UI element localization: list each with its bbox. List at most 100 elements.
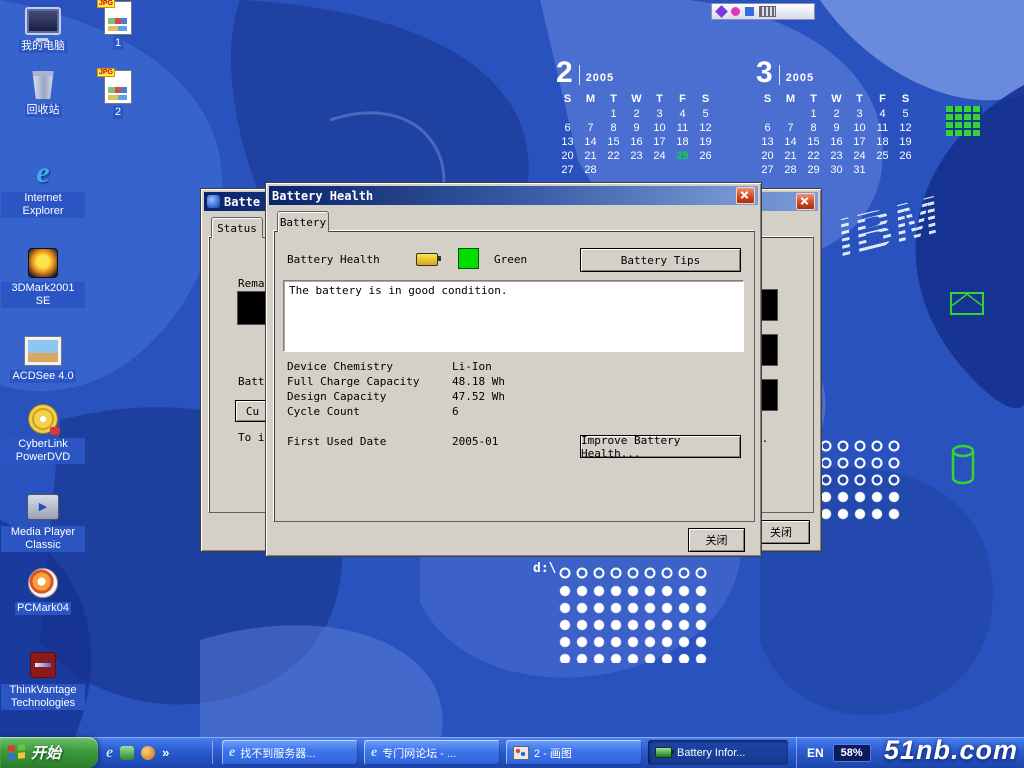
- calendar-day-header: F: [871, 91, 894, 107]
- calendar-day-cell: 27: [556, 163, 579, 177]
- calendar-day-cell: 14: [779, 135, 802, 149]
- calendar-day-cell: [671, 163, 694, 177]
- battery-icon: [655, 747, 672, 758]
- calendar-day-header: F: [671, 91, 694, 107]
- icon-label: 我的电脑: [19, 40, 67, 53]
- calendar-day-cell: 22: [602, 149, 625, 163]
- battery-tips-button[interactable]: Battery Tips: [580, 248, 741, 272]
- quicklaunch-overflow-chevron[interactable]: »: [162, 745, 169, 760]
- start-label: 开始: [31, 742, 61, 763]
- desktop-icon-my-computer[interactable]: 我的电脑: [0, 4, 86, 53]
- desktop-icon-pcmark04[interactable]: PCMark04: [0, 566, 86, 615]
- desktop-icon-media-player-classic[interactable]: ▶ Media Player Classic: [0, 490, 86, 552]
- calendar-header: 2 2005: [556, 56, 717, 86]
- dot-matrix-block: [557, 583, 710, 663]
- calendar-year: 2005: [586, 72, 614, 84]
- task-button-ie-forum[interactable]: e 专门网论坛 - ...: [364, 740, 500, 765]
- taskbar: 开始 e » e 找不到服务器... e 专门网论坛 - ... 2 - 画图 …: [0, 737, 1024, 768]
- desktop-icon-recycle-bin[interactable]: 回收站: [0, 68, 86, 117]
- play-icon: ▶: [39, 502, 47, 513]
- calendar-month-number: 3: [756, 60, 773, 86]
- language-indicator[interactable]: EN: [807, 746, 824, 760]
- calendar-day-cell: [648, 163, 671, 177]
- dialog-title: Battery Health: [272, 189, 373, 203]
- calendar-day-cell: 21: [579, 149, 602, 163]
- calendar-day-cell: 31: [848, 163, 871, 177]
- start-button[interactable]: 开始: [0, 737, 98, 768]
- task-button-ie-server-not-found[interactable]: e 找不到服务器...: [222, 740, 358, 765]
- quicklaunch-ie-icon[interactable]: e: [106, 744, 113, 762]
- battery-health-label: Battery Health: [287, 253, 380, 266]
- keyboard-icon[interactable]: [759, 6, 776, 17]
- calendar-day-cell: 1: [602, 107, 625, 121]
- quicklaunch-media-icon[interactable]: [141, 746, 155, 760]
- desktop-icon-thinkvantage[interactable]: ThinkVantage Technologies: [0, 648, 86, 710]
- task-button-paint[interactable]: 2 - 画图: [506, 740, 642, 765]
- desktop-file-1[interactable]: JPG 1: [92, 1, 144, 50]
- drive-label: d:\: [533, 561, 556, 576]
- desktop-icon-powerdvd[interactable]: CyberLink PowerDVD: [0, 402, 86, 464]
- calendar-day-cell: 6: [756, 121, 779, 135]
- windows-flag-icon: [8, 744, 25, 761]
- calendar-day-cell: 3: [648, 107, 671, 121]
- desktop-icon-3dmark2001[interactable]: 3DMark2001 SE: [0, 246, 86, 308]
- calendar-day-header: S: [694, 91, 717, 107]
- paint-icon: [513, 746, 529, 760]
- field-label: Design Capacity: [287, 390, 386, 403]
- calendar-day-cell: 24: [648, 149, 671, 163]
- dot-matrix-ring-block: [818, 438, 904, 489]
- close-button[interactable]: 关闭: [688, 528, 745, 552]
- condition-textbox[interactable]: The battery is in good condition.: [283, 280, 744, 352]
- field-value: 6: [452, 405, 459, 418]
- calendar-day-cell: [556, 107, 579, 121]
- acdsee-icon: [25, 337, 61, 365]
- field-label: Full Charge Capacity: [287, 375, 419, 388]
- calendar-day-cell: 9: [825, 121, 848, 135]
- tab-status[interactable]: Status: [211, 217, 263, 238]
- close-icon[interactable]: [736, 187, 755, 204]
- icon-label: ACDSee 4.0: [10, 370, 75, 383]
- task-label: 专门网论坛 - ...: [382, 745, 456, 761]
- field-label: Cycle Count: [287, 405, 360, 418]
- calendar-day-cell: 29: [802, 163, 825, 177]
- improve-battery-health-button[interactable]: Improve Battery Health...: [580, 435, 741, 458]
- calendar-day-cell: 28: [579, 163, 602, 177]
- calendar-day-cell: 16: [625, 135, 648, 149]
- calendar-day-header: W: [825, 91, 848, 107]
- calendar-day-cell: 21: [779, 149, 802, 163]
- field-value: 48.18 Wh: [452, 375, 505, 388]
- calendar-divider: [579, 65, 580, 85]
- 3dmark-icon: [28, 248, 58, 278]
- calendar-day-cell: 9: [625, 121, 648, 135]
- tray-battery-meter[interactable]: 58%: [833, 744, 871, 762]
- calendar-day-cell: [602, 163, 625, 177]
- calendar-day-cell: 22: [802, 149, 825, 163]
- calendar-day-cell: 7: [579, 121, 602, 135]
- calendar-day-cell: 10: [848, 121, 871, 135]
- calendar-day-cell: [894, 163, 917, 177]
- desktop-icon-internet-explorer[interactable]: e Internet Explorer: [0, 156, 86, 218]
- close-icon[interactable]: [796, 193, 815, 210]
- calendar-day-cell: 7: [779, 121, 802, 135]
- ime-bar[interactable]: [711, 3, 815, 20]
- desktop-icon-acdsee[interactable]: ACDSee 4.0: [0, 334, 86, 383]
- jpg-file-icon: JPG: [104, 70, 132, 104]
- thinkvantage-icon: [30, 652, 56, 678]
- internet-explorer-icon: e: [36, 158, 49, 188]
- battery-gauge: [237, 291, 268, 325]
- quicklaunch-desktop-icon[interactable]: [120, 746, 134, 760]
- taskbar-separator: [212, 741, 213, 764]
- calendar-day-cell: 11: [871, 121, 894, 135]
- title-bar[interactable]: Battery Health: [269, 186, 758, 205]
- task-button-battery-information[interactable]: Battery Infor...: [648, 740, 788, 765]
- calendar-year: 2005: [786, 72, 814, 84]
- calendar-day-cell: [756, 107, 779, 121]
- tab-battery[interactable]: Battery: [277, 211, 329, 232]
- pointer-icon[interactable]: [715, 5, 728, 18]
- desktop-file-2[interactable]: JPG 2: [92, 70, 144, 119]
- watermark: 51nb.com: [884, 735, 1018, 766]
- task-label: 2 - 画图: [534, 745, 572, 761]
- mode-icon[interactable]: [745, 7, 754, 16]
- calendar-day-cell: 2: [825, 107, 848, 121]
- pinyin-icon[interactable]: [731, 7, 740, 16]
